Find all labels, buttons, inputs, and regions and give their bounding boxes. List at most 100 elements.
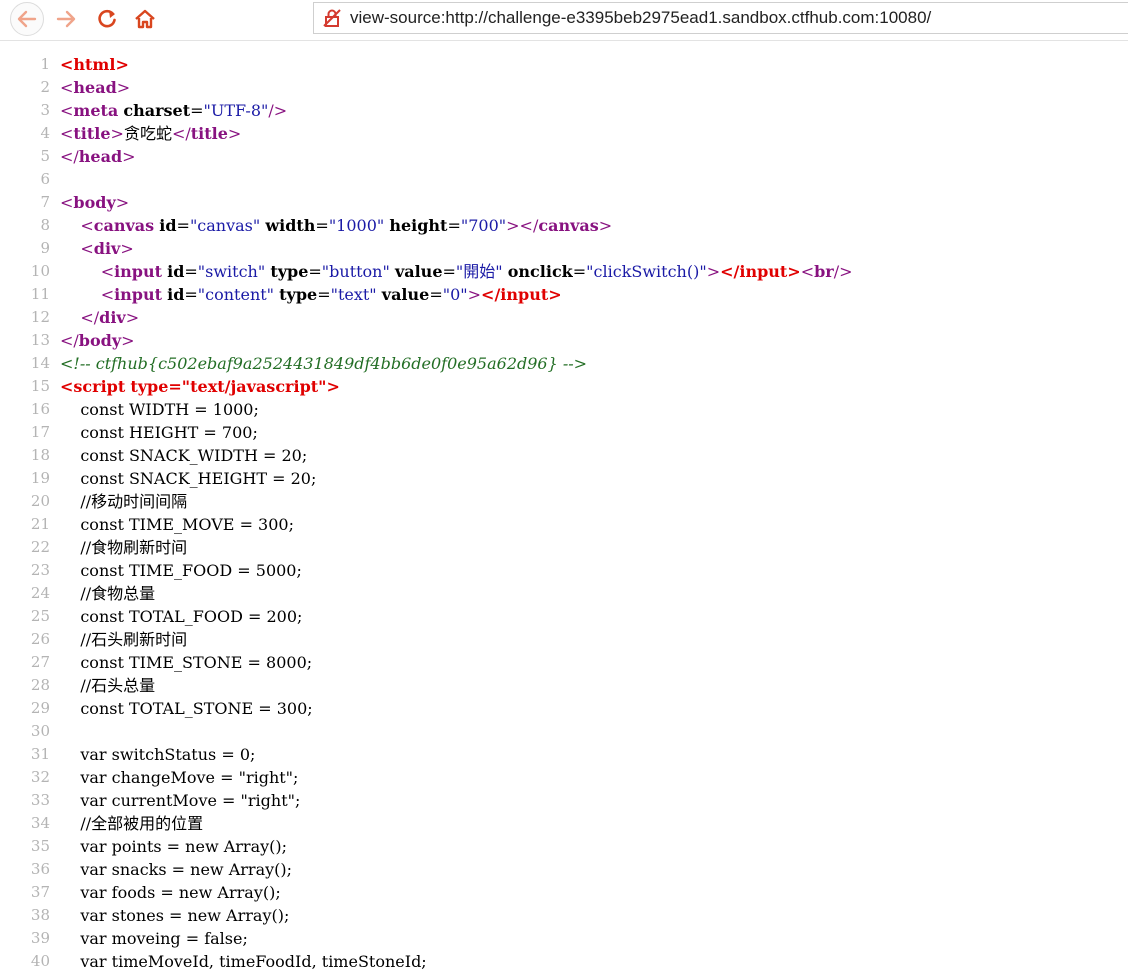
- source-line: 38 var stones = new Array();: [0, 904, 1128, 927]
- source-line: 4 <title>贪吃蛇</title>: [0, 122, 1128, 145]
- line-number: 36: [30, 860, 50, 878]
- source-code: const TOTAL_STONE = 300;: [60, 699, 313, 718]
- line-number: 14: [30, 354, 50, 372]
- line-number: 6: [40, 170, 50, 188]
- line-number: 9: [40, 239, 50, 257]
- source-line: 12 </div>: [0, 306, 1128, 329]
- source-code: const TIME_FOOD = 5000;: [60, 561, 302, 580]
- line-number: 29: [30, 699, 50, 717]
- view-source-content: 1 <html> 2 <head> 3 <meta charset="UTF-8"/> 4 <…: [0, 53, 1128, 973]
- line-number: 37: [30, 883, 50, 901]
- reload-button[interactable]: [93, 5, 121, 33]
- source-line: 5 </head>: [0, 145, 1128, 168]
- source-code: //食物总量: [60, 584, 156, 603]
- source-line: 37 var foods = new Array();: [0, 881, 1128, 904]
- line-number: 33: [30, 791, 50, 809]
- source-line: 23 const TIME_FOOD = 5000;: [0, 559, 1128, 582]
- source-line: 19 const SNACK_HEIGHT = 20;: [0, 467, 1128, 490]
- source-line: 29 const TOTAL_STONE = 300;: [0, 697, 1128, 720]
- source-code: var moveing = false;: [60, 929, 248, 948]
- source-code: <meta charset="UTF-8"/>: [60, 101, 288, 120]
- source-code: </body>: [60, 331, 135, 350]
- source-code: const TIME_STONE = 8000;: [60, 653, 313, 672]
- source-code: var changeMove = "right";: [60, 768, 299, 787]
- source-line: 28 //石头总量: [0, 674, 1128, 697]
- source-code: <div>: [80, 239, 134, 258]
- source-line: 33 var currentMove = "right";: [0, 789, 1128, 812]
- source-line: 22 //食物刷新时间: [0, 536, 1128, 559]
- line-number: 26: [30, 630, 50, 648]
- line-number: 21: [30, 515, 50, 533]
- source-code: <head>: [60, 78, 131, 97]
- line-number: 16: [30, 400, 50, 418]
- source-code: const TOTAL_FOOD = 200;: [60, 607, 303, 626]
- line-number: 2: [40, 78, 50, 96]
- source-code: var currentMove = "right";: [60, 791, 301, 810]
- line-number: 12: [30, 308, 50, 326]
- forward-button[interactable]: [52, 5, 80, 33]
- source-code: var foods = new Array();: [60, 883, 281, 902]
- source-line: 39 var moveing = false;: [0, 927, 1128, 950]
- source-line: 8 <canvas id="canvas" width="1000" heigh…: [0, 214, 1128, 237]
- source-code: //移动时间间隔: [60, 492, 188, 511]
- line-number: 24: [30, 584, 50, 602]
- line-number: 19: [30, 469, 50, 487]
- home-button[interactable]: [131, 5, 159, 33]
- source-line: 1 <html>: [0, 53, 1128, 76]
- line-number: 23: [30, 561, 50, 579]
- source-line: 21 const TIME_MOVE = 300;: [0, 513, 1128, 536]
- source-line: 10 <input id="switch" type="button" valu…: [0, 260, 1128, 283]
- source-line: 31 var switchStatus = 0;: [0, 743, 1128, 766]
- source-code: const HEIGHT = 700;: [60, 423, 258, 442]
- line-number: 27: [30, 653, 50, 671]
- url-text[interactable]: view-source:http://challenge-e3395beb297…: [350, 8, 931, 28]
- source-code: var stones = new Array();: [60, 906, 290, 925]
- source-line: 40 var timeMoveId, timeFoodId, timeStone…: [0, 950, 1128, 973]
- source-code: const SNACK_WIDTH = 20;: [60, 446, 308, 465]
- line-number: 7: [40, 193, 50, 211]
- source-code: const WIDTH = 1000;: [60, 400, 259, 419]
- address-bar[interactable]: view-source:http://challenge-e3395beb297…: [313, 2, 1128, 34]
- line-number: 28: [30, 676, 50, 694]
- source-line: 27 const TIME_STONE = 8000;: [0, 651, 1128, 674]
- line-number: 31: [30, 745, 50, 763]
- insecure-lock-icon[interactable]: [314, 3, 350, 33]
- line-number: 17: [30, 423, 50, 441]
- source-code: <body>: [60, 193, 130, 212]
- line-number: 34: [30, 814, 50, 832]
- line-number: 22: [30, 538, 50, 556]
- line-number: 38: [30, 906, 50, 924]
- line-number: 18: [30, 446, 50, 464]
- source-code: var switchStatus = 0;: [60, 745, 256, 764]
- source-line: 3 <meta charset="UTF-8"/>: [0, 99, 1128, 122]
- source-code: const TIME_MOVE = 300;: [60, 515, 294, 534]
- source-code: <input id="content" type="text" value="0…: [100, 285, 562, 304]
- line-number: 35: [30, 837, 50, 855]
- source-code: //石头总量: [60, 676, 156, 695]
- source-line: 26 //石头刷新时间: [0, 628, 1128, 651]
- line-number: 39: [30, 929, 50, 947]
- source-line: 6: [0, 168, 1128, 191]
- source-line: 24 //食物总量: [0, 582, 1128, 605]
- source-code: //石头刷新时间: [60, 630, 188, 649]
- line-number: 8: [40, 216, 50, 234]
- line-number: 15: [30, 377, 50, 395]
- source-line: 15 <script type="text/javascript">: [0, 375, 1128, 398]
- home-icon: [135, 9, 155, 29]
- source-line: 36 var snacks = new Array();: [0, 858, 1128, 881]
- source-line: 25 const TOTAL_FOOD = 200;: [0, 605, 1128, 628]
- source-line: 13 </body>: [0, 329, 1128, 352]
- arrow-right-icon: [56, 10, 76, 28]
- source-code: //全部被用的位置: [60, 814, 204, 833]
- line-number: 25: [30, 607, 50, 625]
- line-number: 40: [30, 952, 50, 970]
- back-button[interactable]: [10, 2, 44, 36]
- source-line: 11 <input id="content" type="text" value…: [0, 283, 1128, 306]
- source-code: var points = new Array();: [60, 837, 288, 856]
- source-line: 17 const HEIGHT = 700;: [0, 421, 1128, 444]
- source-code: <canvas id="canvas" width="1000" height=…: [80, 216, 613, 235]
- source-line: 32 var changeMove = "right";: [0, 766, 1128, 789]
- line-number: 5: [40, 147, 50, 165]
- source-line: 14 <!-- ctfhub{c502ebaf9a2524431849df4bb6…: [0, 352, 1128, 375]
- source-line: 16 const WIDTH = 1000;: [0, 398, 1128, 421]
